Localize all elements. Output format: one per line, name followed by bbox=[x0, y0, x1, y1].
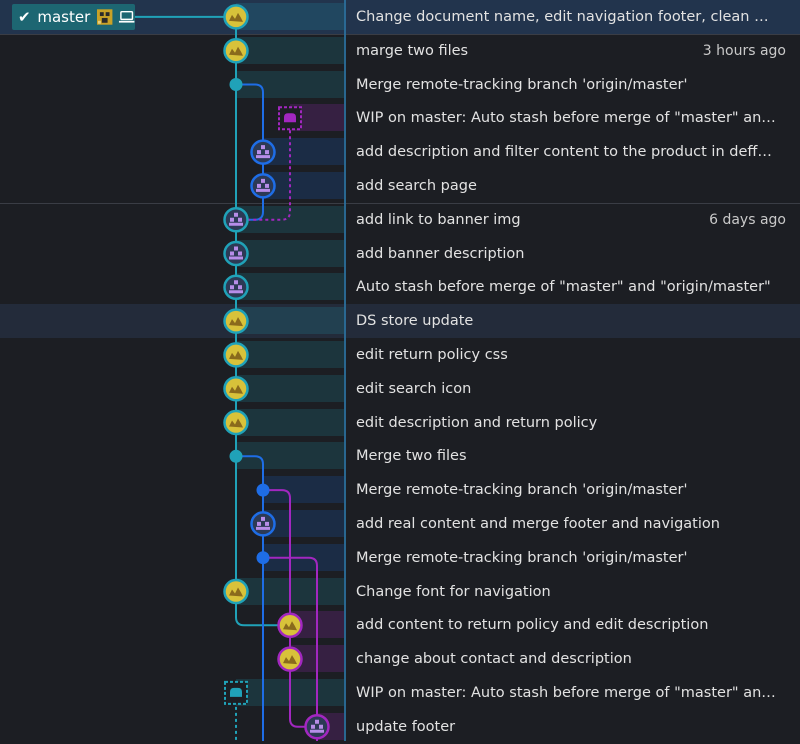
lane-highlight bbox=[236, 577, 344, 605]
commit-avatar-icon[interactable] bbox=[277, 612, 303, 639]
commit-avatar-icon[interactable] bbox=[223, 240, 249, 267]
commit-avatar-icon[interactable] bbox=[304, 713, 330, 740]
commit-row[interactable]: add search page bbox=[0, 169, 800, 203]
commit-time: 3 hours ago bbox=[702, 42, 786, 59]
commit-message[interactable]: add description and filter content to th… bbox=[356, 135, 776, 169]
commit-avatar-icon[interactable] bbox=[223, 375, 249, 402]
time-group-divider bbox=[0, 202, 800, 204]
checkmark-icon: ✔ bbox=[18, 8, 31, 26]
lane-highlight bbox=[236, 70, 344, 98]
commit-message[interactable]: Change document name, edit navigation fo… bbox=[356, 0, 776, 34]
commit-message[interactable]: change about contact and description bbox=[356, 642, 776, 676]
commit-message[interactable]: Merge remote-tracking branch 'origin/mas… bbox=[356, 68, 776, 102]
commit-time: 6 days ago bbox=[709, 211, 786, 228]
avatar-ring bbox=[304, 713, 330, 740]
commit-message[interactable]: WIP on master: Auto stash before merge o… bbox=[356, 676, 776, 710]
lane-highlight bbox=[236, 205, 344, 233]
lane-highlight bbox=[236, 239, 344, 267]
commit-avatar-icon[interactable] bbox=[250, 173, 276, 199]
commit-row[interactable]: Merge remote-tracking branch 'origin/mas… bbox=[0, 473, 800, 507]
avatar-ring bbox=[223, 274, 249, 301]
stash-icon[interactable] bbox=[278, 106, 302, 131]
avatar-ring bbox=[223, 240, 249, 267]
commit-graph-panel: Change document name, edit navigation fo… bbox=[0, 0, 800, 741]
commit-message[interactable]: add real content and merge footer and na… bbox=[356, 507, 776, 541]
commit-row[interactable]: update footer bbox=[0, 710, 800, 744]
commit-row[interactable]: edit description and return policy bbox=[0, 406, 800, 440]
commit-row[interactable]: WIP on master: Auto stash before merge o… bbox=[0, 676, 800, 710]
commit-avatar-icon[interactable] bbox=[223, 578, 249, 605]
commit-row[interactable]: Merge remote-tracking branch 'origin/mas… bbox=[0, 541, 800, 575]
lane-highlight bbox=[236, 679, 344, 706]
commit-avatar-icon[interactable] bbox=[223, 37, 249, 64]
lane-highlight bbox=[236, 374, 344, 402]
commit-list: Change document name, edit navigation fo… bbox=[0, 0, 800, 741]
commit-avatar-icon[interactable] bbox=[223, 342, 249, 368]
commit-row[interactable]: add banner description bbox=[0, 237, 800, 271]
lane-highlight bbox=[236, 341, 344, 368]
avatar-ring bbox=[223, 206, 249, 233]
commit-row[interactable]: add content to return policy and edit de… bbox=[0, 608, 800, 642]
avatar-ring bbox=[250, 511, 276, 537]
commit-avatar-icon[interactable] bbox=[223, 206, 249, 233]
commit-row[interactable]: Merge remote-tracking branch 'origin/mas… bbox=[0, 68, 800, 102]
commit-row[interactable]: add link to banner img 6 days ago bbox=[0, 203, 800, 237]
commit-message[interactable]: Auto stash before merge of "master" and … bbox=[356, 270, 776, 304]
avatar-ring bbox=[250, 173, 276, 199]
user-avatar-icon bbox=[97, 9, 113, 25]
lane-highlight bbox=[236, 36, 344, 64]
commit-avatar-icon[interactable] bbox=[223, 4, 249, 30]
commit-message[interactable]: update footer bbox=[356, 710, 776, 744]
commit-avatar-icon[interactable] bbox=[250, 139, 276, 165]
commit-message[interactable]: edit search icon bbox=[356, 372, 776, 406]
commit-row[interactable]: edit return policy css bbox=[0, 338, 800, 372]
commit-message[interactable]: Merge two files bbox=[356, 439, 776, 473]
time-group-divider bbox=[0, 33, 800, 35]
commit-row[interactable]: add real content and merge footer and na… bbox=[0, 507, 800, 541]
branch-label-master[interactable]: ✔ master bbox=[12, 4, 135, 30]
commit-row[interactable]: Change font for navigation bbox=[0, 575, 800, 609]
graph-column-separator bbox=[344, 0, 346, 741]
commit-message[interactable]: WIP on master: Auto stash before merge o… bbox=[356, 101, 776, 135]
lane-highlight bbox=[263, 476, 344, 504]
merge-commit-dot[interactable] bbox=[229, 78, 243, 91]
laptop-icon bbox=[118, 10, 135, 23]
commit-message[interactable]: Merge remote-tracking branch 'origin/mas… bbox=[356, 541, 776, 575]
branch-name: master bbox=[37, 8, 91, 26]
commit-message[interactable]: Merge remote-tracking branch 'origin/mas… bbox=[356, 473, 776, 507]
lane-highlight bbox=[236, 307, 344, 335]
stash-icon[interactable] bbox=[224, 680, 248, 705]
commit-message[interactable]: DS store update bbox=[356, 304, 776, 338]
commit-row[interactable]: DS store update bbox=[0, 304, 800, 339]
commit-avatar-icon[interactable] bbox=[223, 308, 249, 334]
commit-message[interactable]: add content to return policy and edit de… bbox=[356, 608, 776, 642]
commit-row[interactable]: Merge two files bbox=[0, 439, 800, 473]
lane-highlight bbox=[236, 442, 344, 470]
commit-row[interactable]: Auto stash before merge of "master" and … bbox=[0, 270, 800, 304]
commit-avatar-icon[interactable] bbox=[223, 274, 249, 301]
lane-highlight bbox=[236, 408, 344, 436]
commit-message[interactable]: edit description and return policy bbox=[356, 406, 776, 440]
commit-row[interactable]: WIP on master: Auto stash before merge o… bbox=[0, 101, 800, 135]
merge-commit-dot[interactable] bbox=[256, 483, 270, 497]
avatar-ring bbox=[250, 139, 276, 165]
commit-message[interactable]: add search page bbox=[356, 169, 776, 203]
commit-avatar-icon[interactable] bbox=[250, 511, 276, 537]
lane-highlight bbox=[236, 273, 344, 301]
lane-highlight bbox=[263, 543, 344, 571]
stash-glyph bbox=[230, 687, 242, 697]
commit-message[interactable]: edit return policy css bbox=[356, 338, 776, 372]
commit-message[interactable]: Change font for navigation bbox=[356, 575, 776, 609]
commit-row[interactable]: marge two files 3 hours ago bbox=[0, 34, 800, 68]
merge-commit-dot[interactable] bbox=[256, 551, 270, 565]
commit-avatar-icon[interactable] bbox=[223, 409, 249, 436]
commit-row[interactable]: add description and filter content to th… bbox=[0, 135, 800, 169]
commit-avatar-icon[interactable] bbox=[277, 646, 303, 672]
merge-commit-dot[interactable] bbox=[229, 449, 243, 463]
commit-row[interactable]: edit search icon bbox=[0, 372, 800, 406]
commit-message[interactable]: add banner description bbox=[356, 237, 776, 271]
commit-row[interactable]: change about contact and description bbox=[0, 642, 800, 676]
lane-highlight bbox=[236, 3, 344, 30]
stash-glyph bbox=[284, 113, 296, 123]
